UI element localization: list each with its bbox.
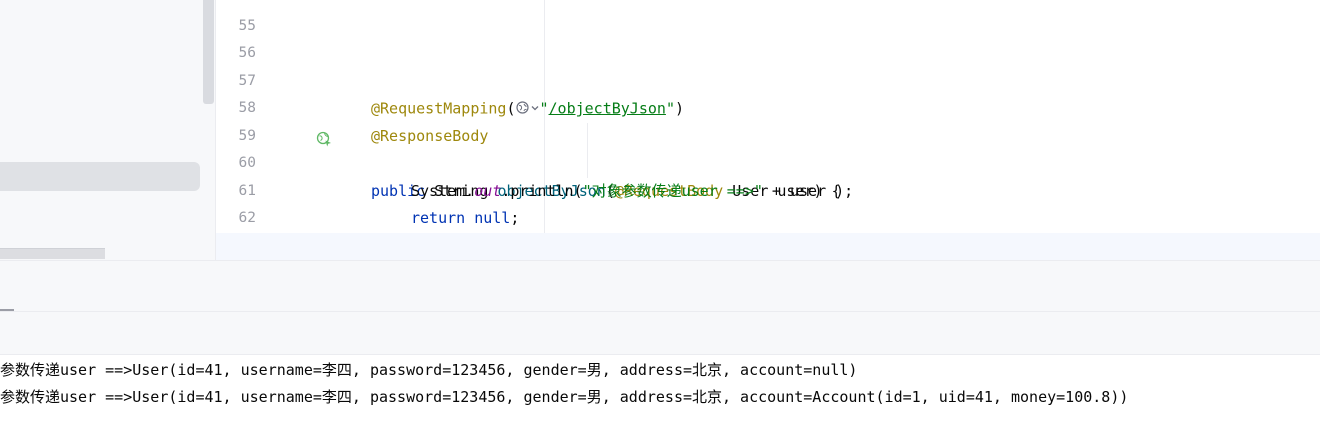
console-line: 参数传递user ==>User(id=41, username=李四, pas… bbox=[0, 388, 1129, 406]
console-line: 参数传递user ==>User(id=41, username=李四, pas… bbox=[0, 361, 858, 379]
console-output[interactable]: 参数传递user ==>User(id=41, username=李四, pas… bbox=[0, 355, 1320, 434]
code-line[interactable]: 59 public String objectByJson(@RequestBo… bbox=[216, 95, 1320, 200]
web-endpoint-icon[interactable] bbox=[262, 101, 332, 146]
code-line[interactable]: 55 bbox=[216, 0, 1320, 34]
code-line[interactable]: 57 @RequestMapping("/objectByJson") bbox=[216, 40, 1320, 118]
project-panel[interactable] bbox=[0, 0, 215, 260]
code-line[interactable]: 58 @ResponseBody bbox=[216, 68, 1320, 145]
tool-window-header[interactable] bbox=[0, 261, 1320, 312]
project-tree-selected-row[interactable] bbox=[0, 162, 200, 191]
code-line[interactable]: 61 return null; bbox=[216, 150, 1320, 228]
code-line[interactable]: 63 bbox=[216, 205, 1320, 254]
project-panel-vertical-scrollbar[interactable] bbox=[203, 0, 214, 104]
code-line-current[interactable]: 64 } bbox=[216, 232, 1320, 260]
code-line[interactable]: 56 bbox=[216, 13, 1320, 61]
tool-window-toolbar[interactable] bbox=[0, 312, 1320, 354]
code-line[interactable]: 60 System.out.println("对象参数传递user ==>" +… bbox=[216, 123, 1320, 200]
project-panel-horizontal-scrollbar[interactable] bbox=[0, 248, 105, 259]
code-editor[interactable]: 55 56 57 @RequestMapping("/objectByJson"… bbox=[216, 0, 1320, 260]
code-line[interactable]: 62 } bbox=[216, 178, 1320, 255]
